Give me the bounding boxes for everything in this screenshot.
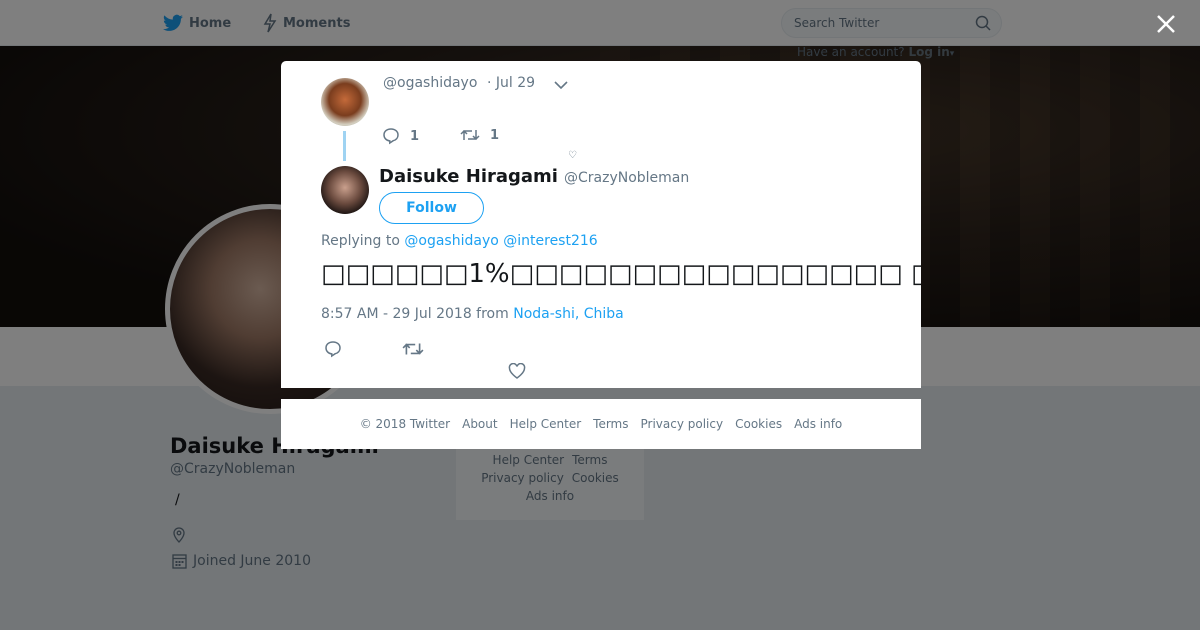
tweet-author-avatar[interactable] bbox=[321, 166, 369, 214]
replying-prefix: Replying to bbox=[321, 233, 400, 249]
mention-link-1[interactable]: @ogashidayo bbox=[404, 233, 498, 249]
tweet-text: □□□□□□1%□□□□□□□□□□□□□□□□ □□□□□□□□□□□□ bbox=[321, 259, 921, 289]
parent-like-icon[interactable]: ♡ bbox=[568, 150, 577, 161]
footer-about-link[interactable]: About bbox=[462, 417, 497, 431]
close-button[interactable] bbox=[1154, 12, 1178, 36]
mention-link-2[interactable]: @interest216 bbox=[503, 233, 597, 249]
modal-footer: © 2018 Twitter About Help Center Terms P… bbox=[281, 399, 921, 449]
reply-icon[interactable] bbox=[323, 340, 343, 358]
parent-tweet-handle[interactable]: @ogashidayo bbox=[383, 75, 477, 91]
parent-tweet-time[interactable]: · Jul 29 bbox=[487, 75, 535, 91]
tweet-author-handle[interactable]: @CrazyNobleman bbox=[564, 170, 689, 186]
replying-to: Replying to @ogashidayo @interest216 bbox=[321, 233, 598, 249]
retweet-icon bbox=[460, 129, 480, 141]
footer-terms-link[interactable]: Terms bbox=[593, 417, 628, 431]
parent-retweet-count: 1 bbox=[490, 127, 500, 143]
chevron-down-icon[interactable] bbox=[554, 80, 568, 90]
tweet-timestamp: 8:57 AM - 29 Jul 2018 from bbox=[321, 306, 509, 322]
tweet-metadata: 8:57 AM - 29 Jul 2018 from Noda-shi, Chi… bbox=[321, 306, 624, 322]
thread-connector bbox=[343, 131, 346, 161]
parent-retweet-button[interactable]: 1 bbox=[460, 127, 499, 143]
reply-icon bbox=[383, 128, 399, 145]
footer-help-center-link[interactable]: Help Center bbox=[510, 417, 582, 431]
footer-privacy-link[interactable]: Privacy policy bbox=[641, 417, 724, 431]
parent-reply-button[interactable]: 1 bbox=[382, 127, 419, 145]
footer-ads-info-link[interactable]: Ads info bbox=[794, 417, 842, 431]
close-icon bbox=[1157, 15, 1175, 33]
parent-tweet-avatar[interactable] bbox=[321, 78, 369, 126]
footer-cookies-link[interactable]: Cookies bbox=[735, 417, 782, 431]
tweet-location-link[interactable]: Noda-shi, Chiba bbox=[513, 306, 624, 322]
tweet-modal: @ogashidayo · Jul 29 1 1 ♡ Daisuke Hirag… bbox=[281, 61, 921, 388]
tweet-author-name[interactable]: Daisuke Hiragami bbox=[379, 166, 558, 187]
follow-button[interactable]: Follow bbox=[379, 192, 484, 224]
parent-reply-count: 1 bbox=[410, 128, 420, 144]
retweet-icon[interactable] bbox=[402, 340, 424, 358]
heart-icon[interactable] bbox=[508, 363, 526, 379]
footer-copyright: © 2018 Twitter bbox=[359, 417, 451, 431]
